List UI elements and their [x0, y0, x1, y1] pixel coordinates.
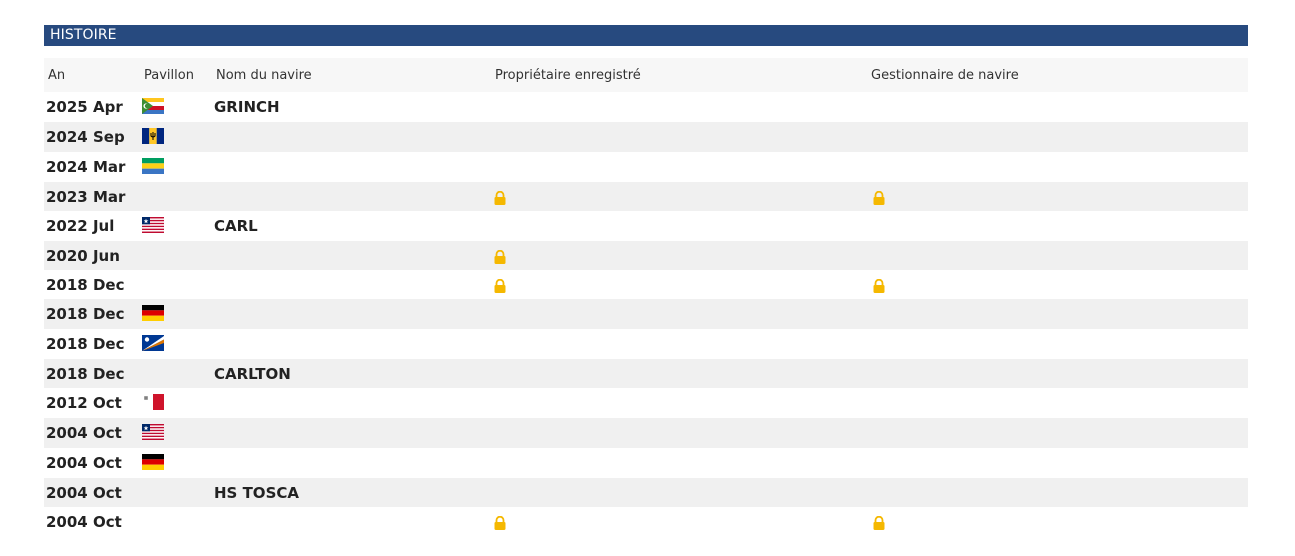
row-year: 2004 Oct	[46, 513, 122, 531]
manager-lock-icon[interactable]	[872, 278, 886, 297]
owner-lock-icon[interactable]	[493, 278, 507, 297]
row-year: 2024 Mar	[46, 158, 126, 176]
table-header: An Pavillon Nom du navire Propriétaire e…	[44, 58, 1248, 92]
row-year: 2018 Dec	[46, 305, 125, 323]
row-year: 2012 Oct	[46, 394, 122, 412]
table-row[interactable]: 2022 Jul CARL	[44, 211, 1248, 241]
table-row[interactable]: 2018 Dec CARLTON	[44, 359, 1248, 388]
row-year: 2024 Sep	[46, 128, 125, 146]
row-year: 2022 Jul	[46, 217, 115, 235]
table-row[interactable]: 2018 Dec	[44, 270, 1248, 299]
table-row[interactable]: 2004 Oct	[44, 507, 1248, 536]
table-row[interactable]: 2012 Oct	[44, 388, 1248, 418]
section-header-bar: HISTOIRE	[44, 25, 1248, 46]
table-row[interactable]: 2018 Dec	[44, 299, 1248, 329]
row-year: 2004 Oct	[46, 424, 122, 442]
column-header-flag[interactable]: Pavillon	[144, 68, 194, 84]
column-header-vessel-name[interactable]: Nom du navire	[216, 68, 312, 84]
row-vessel-name: GRINCH	[214, 98, 280, 116]
row-year: 2004 Oct	[46, 454, 122, 472]
row-year: 2025 Apr	[46, 98, 123, 116]
table-row[interactable]: 2018 Dec	[44, 329, 1248, 359]
row-year: 2020 Jun	[46, 247, 120, 265]
flag-malta-icon	[142, 394, 164, 410]
table-row[interactable]: 2020 Jun	[44, 241, 1248, 270]
row-year: 2018 Dec	[46, 365, 125, 383]
flag-liberia-icon	[142, 217, 164, 233]
flag-comoros-icon	[142, 98, 164, 114]
table-row[interactable]: 2025 Apr GRINCH	[44, 92, 1248, 122]
flag-gabon-icon	[142, 158, 164, 174]
row-year: 2004 Oct	[46, 484, 122, 502]
flag-barbados-icon	[142, 128, 164, 144]
row-vessel-name: HS TOSCA	[214, 484, 299, 502]
flag-marshall-islands-icon	[142, 335, 164, 351]
row-year: 2018 Dec	[46, 335, 125, 353]
manager-lock-icon[interactable]	[872, 190, 886, 209]
table-row[interactable]: 2004 Oct HS TOSCA	[44, 478, 1248, 507]
row-vessel-name: CARLTON	[214, 365, 291, 383]
manager-lock-icon[interactable]	[872, 515, 886, 534]
table-row[interactable]: 2023 Mar	[44, 182, 1248, 211]
row-vessel-name: CARL	[214, 217, 258, 235]
table-row[interactable]: 2004 Oct	[44, 448, 1248, 478]
table-row[interactable]: 2004 Oct	[44, 418, 1248, 448]
owner-lock-icon[interactable]	[493, 515, 507, 534]
owner-lock-icon[interactable]	[493, 249, 507, 268]
column-header-year[interactable]: An	[48, 68, 65, 84]
flag-germany-icon	[142, 454, 164, 470]
section-title: HISTOIRE	[50, 27, 117, 43]
column-header-ship-manager[interactable]: Gestionnaire de navire	[871, 68, 1019, 84]
table-row[interactable]: 2024 Sep	[44, 122, 1248, 152]
column-header-registered-owner[interactable]: Propriétaire enregistré	[495, 68, 641, 84]
table-row[interactable]: 2024 Mar	[44, 152, 1248, 182]
row-year: 2018 Dec	[46, 276, 125, 294]
owner-lock-icon[interactable]	[493, 190, 507, 209]
row-year: 2023 Mar	[46, 188, 126, 206]
history-table-body: 2025 Apr GRINCH 2024 Sep 2024 Mar 2023 Mar 20…	[44, 92, 1248, 536]
flag-germany-icon	[142, 305, 164, 321]
flag-liberia-icon	[142, 424, 164, 440]
